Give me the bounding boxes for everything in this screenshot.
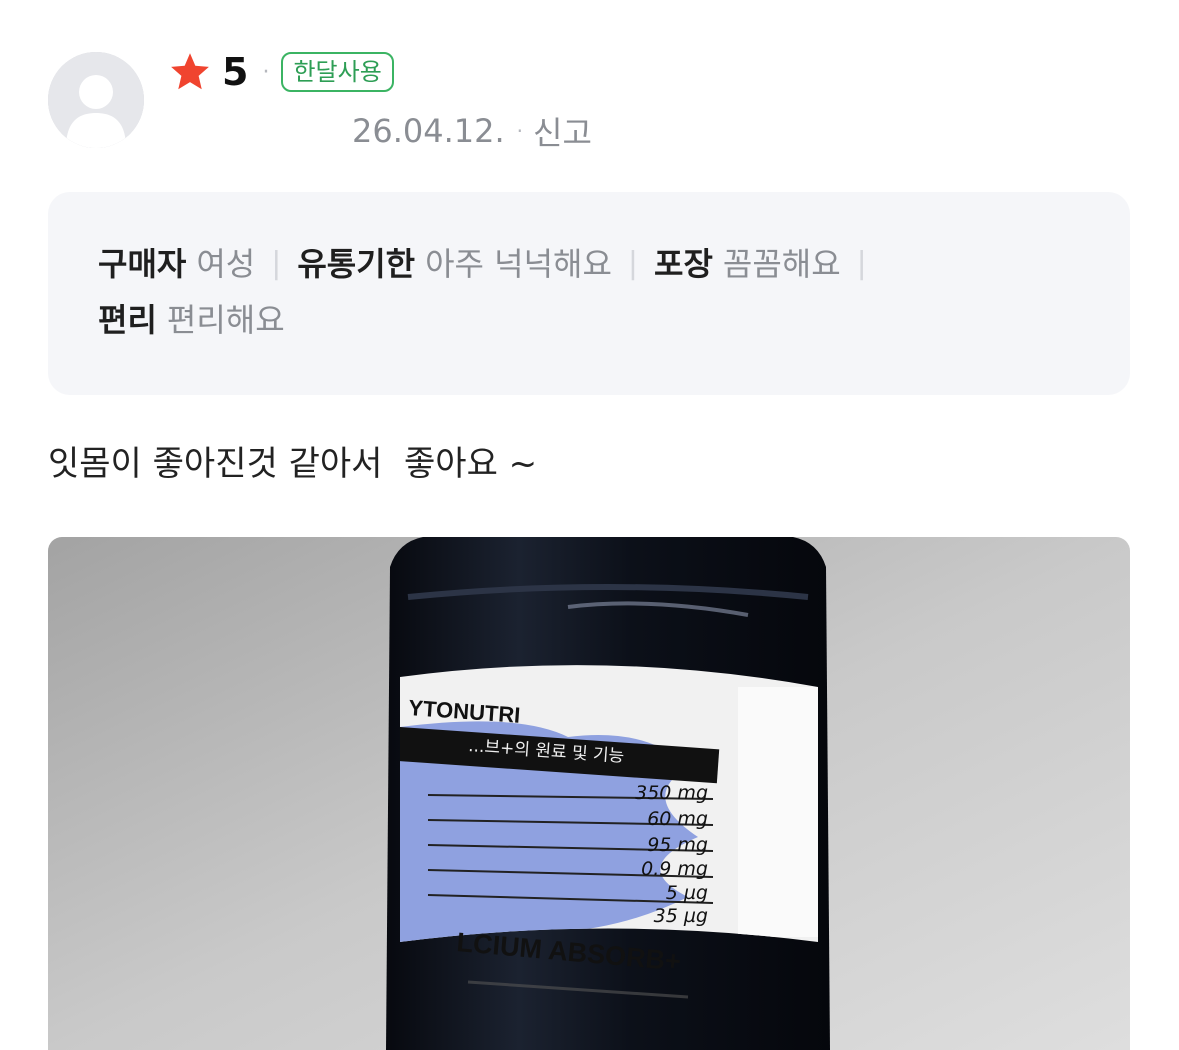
attr-key-buyer: 구매자	[98, 245, 187, 283]
default-user-icon	[48, 52, 144, 148]
review-date: 26.04.12.	[352, 112, 505, 150]
amount-print: 35 µg	[654, 905, 708, 927]
rating-row: 5 · 한달사용	[168, 50, 394, 94]
attr-key-packaging: 포장	[654, 245, 713, 283]
attr-value-packaging: 꼼꼼해요	[722, 245, 841, 283]
report-link[interactable]: 신고	[533, 108, 592, 154]
product-bottle-image: YTONUTRI ...브+의 원료 및 기능 350 mg 60 mg 95 …	[48, 537, 1130, 1050]
purchase-info-box: 구매자 여성 | 유통기한 아주 넉넉해요 | 포장 꼼꼼해요 | 편리 편리해…	[48, 192, 1130, 395]
review-photo[interactable]: YTONUTRI ...브+의 원료 및 기능 350 mg 60 mg 95 …	[48, 537, 1130, 1050]
review-meta: 26.04.12. · 신고	[352, 108, 592, 154]
attr-value-buyer: 여성	[196, 245, 256, 283]
rating-score: 5	[222, 50, 249, 94]
review-body-text: 잇몸이 좋아진것 같아서 좋아요 ~	[48, 444, 538, 484]
attr-key-convenience: 편리	[98, 301, 157, 339]
amount-print: 95 mg	[647, 834, 708, 856]
separator-dot: ·	[516, 119, 524, 143]
attr-value-expiry: 아주 넉넉해요	[425, 245, 612, 283]
usage-badge: 한달사용	[281, 52, 394, 92]
amount-print: 350 mg	[635, 782, 708, 804]
attr-value-convenience: 편리해요	[166, 301, 285, 339]
amount-print: 60 mg	[647, 808, 708, 830]
amount-print: 0.9 mg	[641, 858, 708, 880]
divider: |	[856, 246, 867, 281]
info-line: 편리 편리해요	[98, 292, 1080, 348]
separator-dot: ·	[262, 59, 270, 85]
divider: |	[627, 246, 639, 281]
star-icon	[171, 53, 209, 90]
attr-key-expiry: 유통기한	[297, 245, 416, 283]
info-line: 구매자 여성 | 유통기한 아주 넉넉해요 | 포장 꼼꼼해요 |	[98, 236, 1080, 292]
amount-print: 5 µg	[666, 882, 708, 904]
divider: |	[271, 246, 282, 281]
avatar[interactable]	[48, 52, 144, 148]
